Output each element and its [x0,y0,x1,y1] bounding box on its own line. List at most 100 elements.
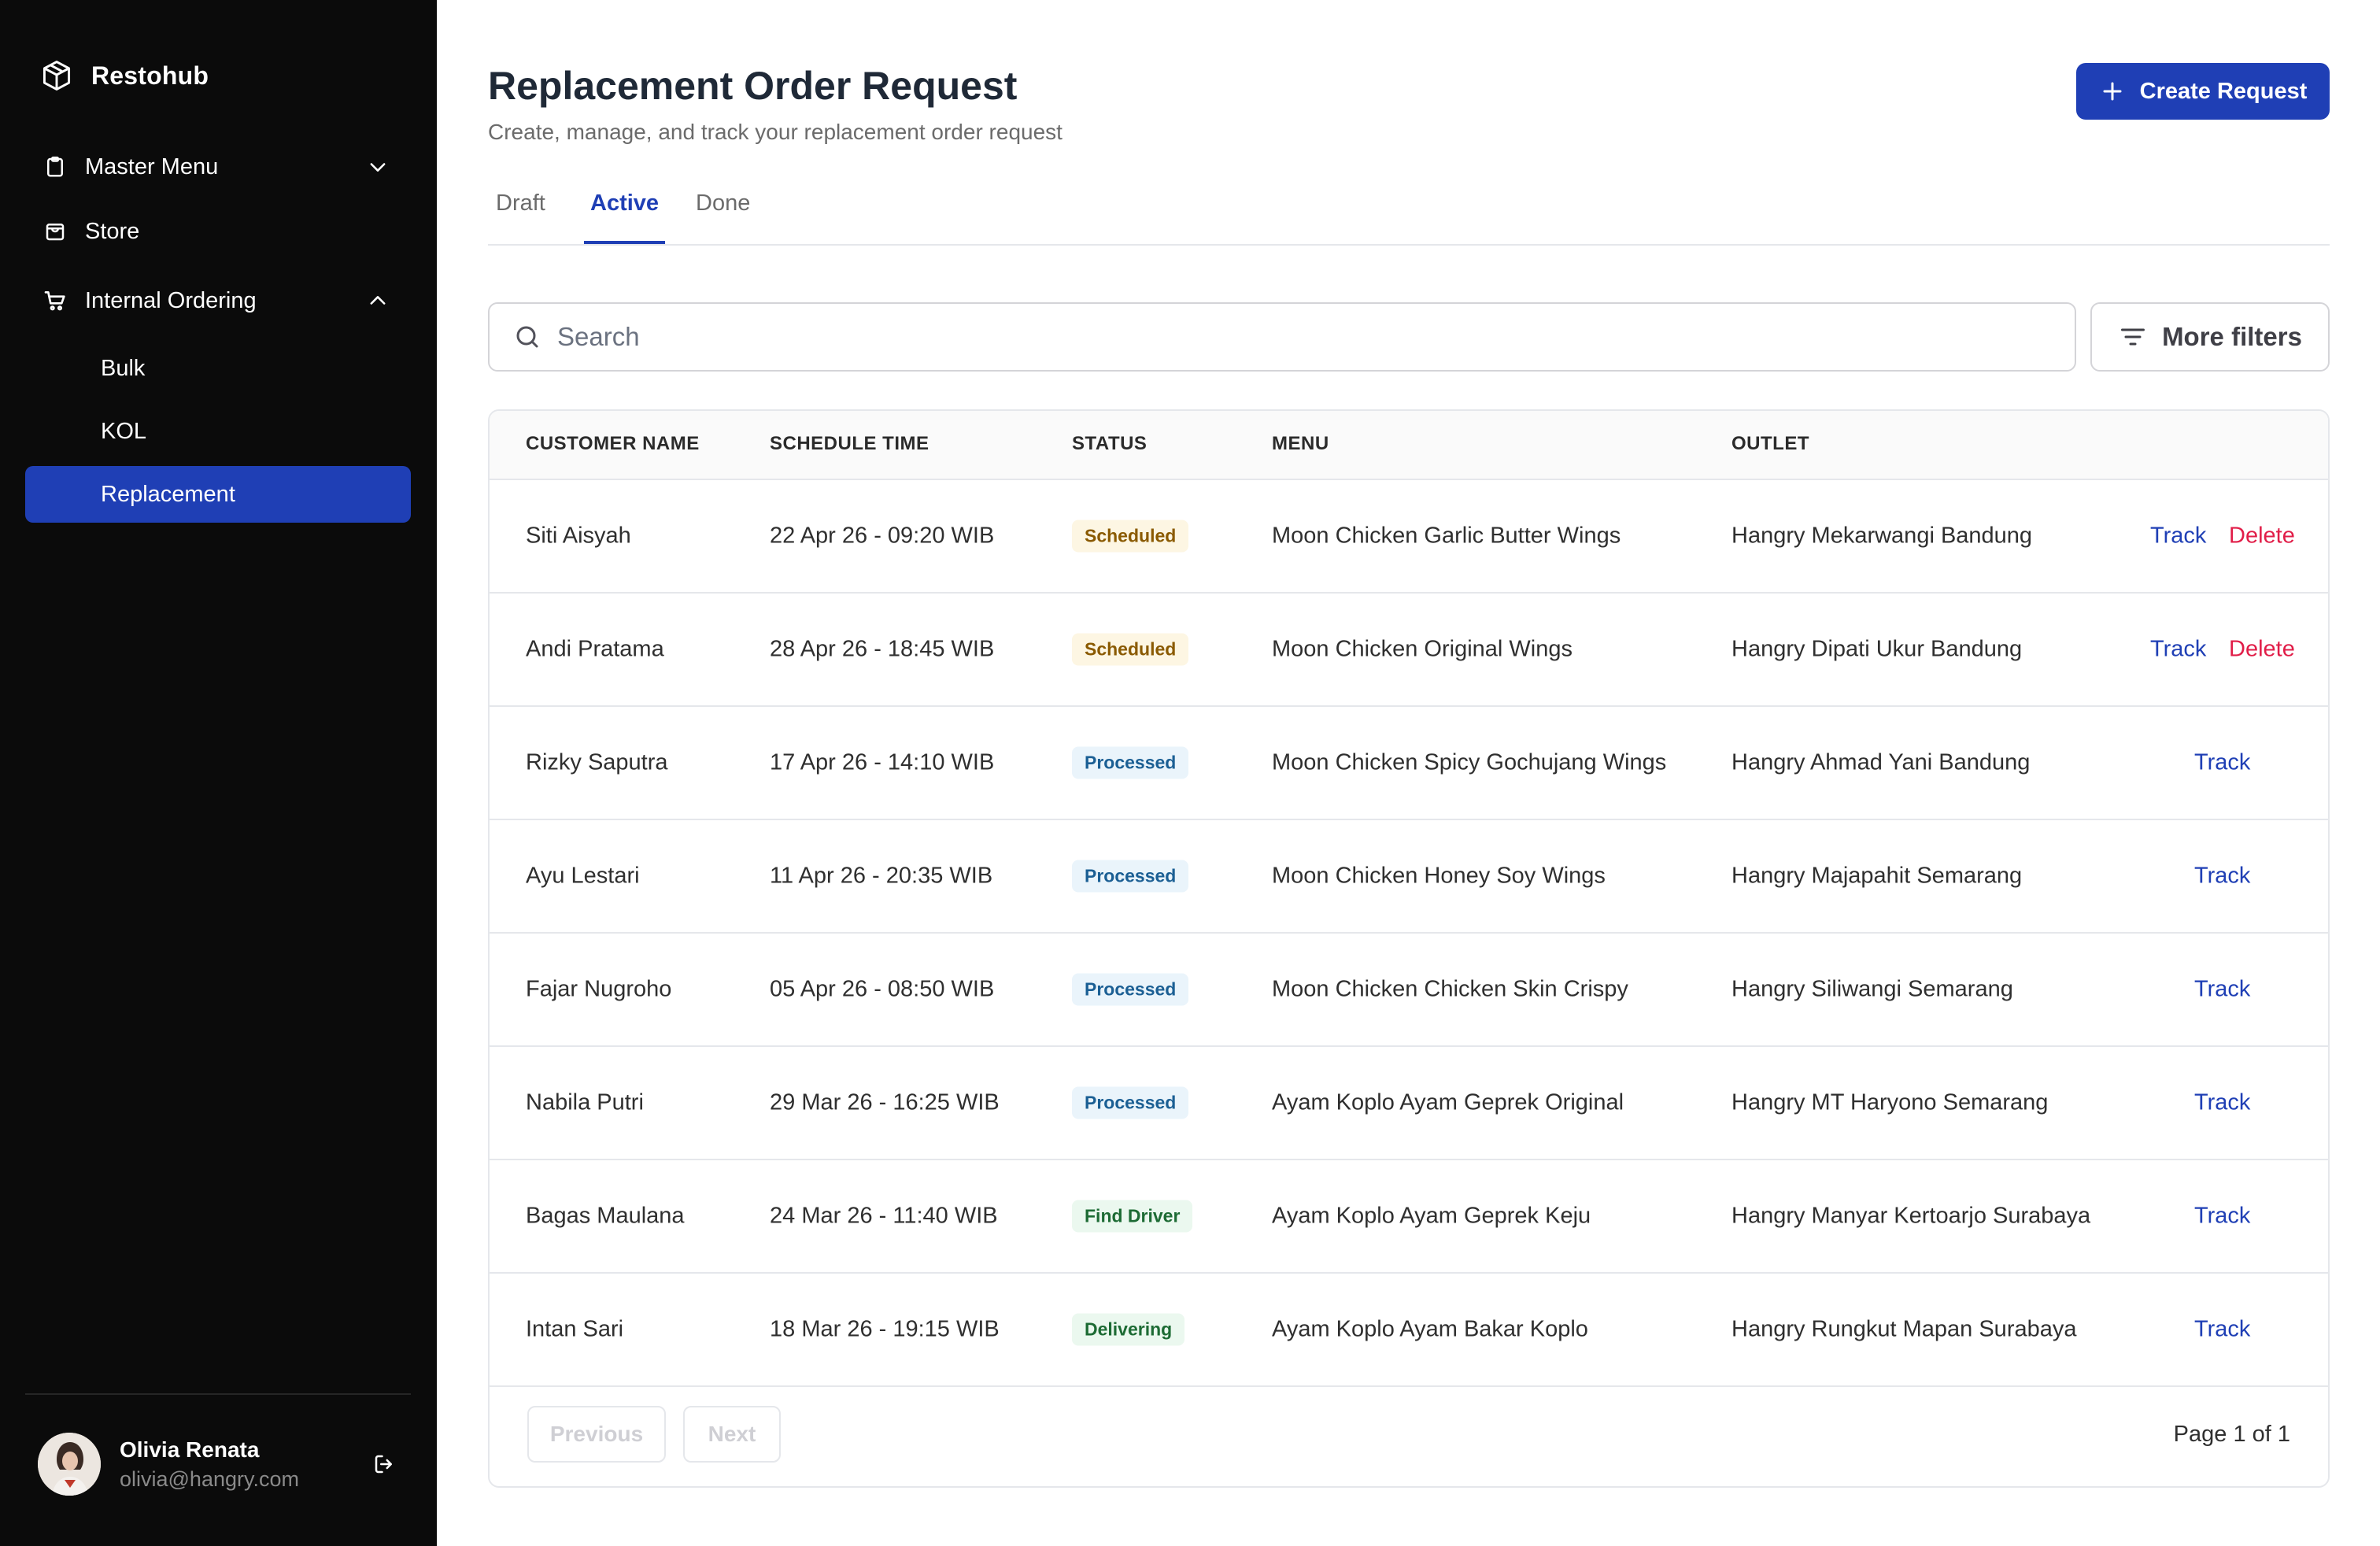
customer-name: Rizky Saputra [526,749,668,775]
more-filters-button[interactable]: More filters [2090,302,2330,372]
sidebar-item-internal-ordering[interactable]: Internal Ordering [25,272,411,329]
tab-done[interactable]: Done [696,181,750,244]
tab-bar: Draft Active Done [488,181,2330,246]
table-row[interactable]: Rizky Saputra 17 Apr 26 - 14:10 WIB Proc… [490,707,2328,820]
previous-button[interactable]: Previous [527,1406,666,1463]
track-link[interactable]: Track [2194,750,2250,776]
sidebar-item-master-menu[interactable]: Master Menu [25,139,411,195]
menu-name: Ayam Koplo Ayam Bakar Koplo [1272,1316,1588,1342]
plus-icon [2099,78,2126,105]
table-row[interactable]: Ayu Lestari 11 Apr 26 - 20:35 WIB Proces… [490,820,2328,934]
store-icon [41,217,69,246]
search-icon [512,321,543,353]
create-request-button[interactable]: Create Request [2076,63,2330,120]
table-row[interactable]: Andi Pratama 28 Apr 26 - 18:45 WIB Sched… [490,594,2328,707]
track-link[interactable]: Track [2194,1317,2250,1343]
schedule-time: 29 Mar 26 - 16:25 WIB [770,1089,1000,1115]
customer-name: Ayu Lestari [526,863,640,889]
customer-name: Nabila Putri [526,1089,644,1115]
box-logo-icon [38,57,76,94]
sidebar: Restohub Master Menu Store Internal Orde… [0,0,437,1546]
requests-table: CUSTOMER NAME SCHEDULE TIME STATUS MENU … [488,409,2330,1488]
sidebar-item-label: Master Menu [85,153,219,179]
tab-draft[interactable]: Draft [496,181,545,244]
track-link[interactable]: Track [2194,864,2250,890]
customer-name: Andi Pratama [526,636,664,662]
schedule-time: 05 Apr 26 - 08:50 WIB [770,976,995,1002]
column-header-customer[interactable]: CUSTOMER NAME [526,433,700,455]
customer-name: Intan Sari [526,1316,624,1342]
table-row[interactable]: Nabila Putri 29 Mar 26 - 16:25 WIB Proce… [490,1047,2328,1160]
delete-link[interactable]: Delete [2229,523,2295,549]
sidebar-item-label: Bulk [101,355,146,381]
schedule-time: 17 Apr 26 - 14:10 WIB [770,749,995,775]
tab-active[interactable]: Active [584,181,666,244]
status-badge: Processed [1072,746,1189,779]
pagination: Previous Next Page 1 of 1 [490,1385,2328,1486]
table-header: CUSTOMER NAME SCHEDULE TIME STATUS MENU … [490,411,2328,480]
chevron-up-icon[interactable] [364,287,392,315]
track-link[interactable]: Track [2150,523,2206,549]
outlet-name: Hangry Manyar Kertoarjo Surabaya [1731,1203,2091,1229]
status-badge: Scheduled [1072,520,1189,553]
track-link[interactable]: Track [2194,977,2250,1003]
sidebar-divider [25,1393,411,1395]
filter-icon [2118,322,2148,352]
search-input[interactable] [557,322,2053,352]
customer-name: Bagas Maulana [526,1203,685,1229]
search-bar [488,302,2076,372]
sidebar-item-label: Replacement [101,481,235,507]
outlet-name: Hangry Siliwangi Semarang [1731,976,2013,1002]
menu-name: Moon Chicken Spicy Gochujang Wings [1272,749,1667,775]
delete-link[interactable]: Delete [2229,637,2295,663]
outlet-name: Hangry Majapahit Semarang [1731,863,2023,889]
logout-icon[interactable] [368,1448,400,1480]
user-email: olivia@hangry.com [120,1466,299,1491]
sidebar-item-label: Store [85,218,140,244]
outlet-name: Hangry MT Haryono Semarang [1731,1089,2049,1115]
column-header-status[interactable]: STATUS [1072,433,1147,455]
sidebar-item-kol[interactable]: KOL [25,403,411,460]
schedule-time: 22 Apr 26 - 09:20 WIB [770,523,995,549]
status-badge: Processed [1072,973,1189,1006]
user-profile: Olivia Renata olivia@hangry.com [38,1431,400,1497]
schedule-time: 18 Mar 26 - 19:15 WIB [770,1316,1000,1342]
user-name: Olivia Renata [120,1437,260,1462]
table-row[interactable]: Intan Sari 18 Mar 26 - 19:15 WIB Deliver… [490,1274,2328,1387]
schedule-time: 11 Apr 26 - 20:35 WIB [770,863,993,889]
sidebar-item-replacement[interactable]: Replacement [25,466,411,523]
chevron-down-icon[interactable] [364,153,392,181]
column-header-menu[interactable]: MENU [1272,433,1329,455]
outlet-name: Hangry Dipati Ukur Bandung [1731,636,2023,662]
table-row[interactable]: Siti Aisyah 22 Apr 26 - 09:20 WIB Schedu… [490,480,2328,594]
schedule-time: 24 Mar 26 - 11:40 WIB [770,1203,998,1229]
page-info: Page 1 of 1 [2173,1422,2290,1447]
sidebar-item-label: KOL [101,418,147,444]
status-badge: Scheduled [1072,633,1189,666]
sidebar-item-store[interactable]: Store [25,203,411,260]
brand[interactable]: Restohub [38,55,209,96]
next-button[interactable]: Next [683,1406,781,1463]
menu-name: Moon Chicken Honey Soy Wings [1272,863,1606,889]
track-link[interactable]: Track [2194,1090,2250,1116]
schedule-time: 28 Apr 26 - 18:45 WIB [770,636,995,662]
track-link[interactable]: Track [2194,1204,2250,1230]
customer-name: Siti Aisyah [526,523,631,549]
table-row[interactable]: Fajar Nugroho 05 Apr 26 - 08:50 WIB Proc… [490,934,2328,1047]
table-row[interactable]: Bagas Maulana 24 Mar 26 - 11:40 WIB Find… [490,1160,2328,1274]
status-badge: Find Driver [1072,1200,1193,1233]
cart-icon [41,287,69,315]
status-badge: Processed [1072,860,1189,893]
outlet-name: Hangry Mekarwangi Bandung [1731,523,2033,549]
sidebar-item-bulk[interactable]: Bulk [25,340,411,397]
clipboard-icon [41,153,69,181]
outlet-name: Hangry Rungkut Mapan Surabaya [1731,1316,2077,1342]
avatar[interactable] [38,1433,101,1496]
track-link[interactable]: Track [2150,637,2206,663]
page-title: Replacement Order Request [488,64,1018,108]
customer-name: Fajar Nugroho [526,976,672,1002]
column-header-outlet[interactable]: OUTLET [1731,433,1809,455]
column-header-schedule[interactable]: SCHEDULE TIME [770,433,929,455]
sidebar-item-label: Internal Ordering [85,287,257,313]
page-subtitle: Create, manage, and track your replaceme… [488,120,1062,144]
